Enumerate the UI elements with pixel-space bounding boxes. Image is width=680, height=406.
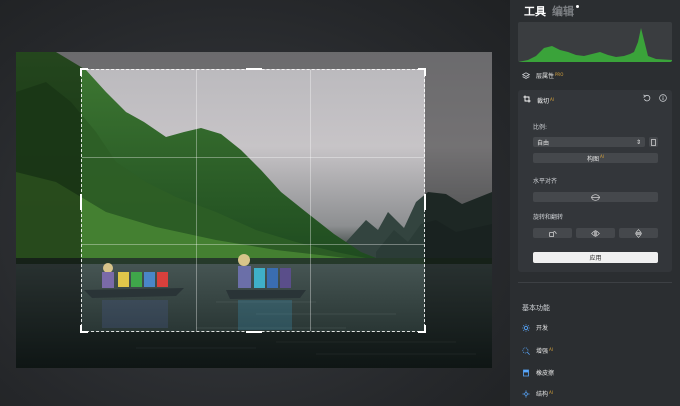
panel-tabs: 工具 编辑 <box>524 3 579 19</box>
rotate-flip-label: 旋转和翻转 <box>533 214 564 221</box>
crop-corner-bottom-left[interactable] <box>80 325 88 333</box>
crop-corner-bottom-right[interactable] <box>418 325 426 333</box>
layers-icon <box>522 71 530 80</box>
eraser-icon <box>522 369 530 377</box>
editor-canvas[interactable] <box>0 0 510 406</box>
feature-label: 橡皮擦 <box>536 370 555 377</box>
rotate-icon <box>548 230 557 237</box>
crop-icon <box>523 95 531 105</box>
enhance-icon <box>522 346 530 355</box>
pro-badge: PRO <box>555 72 564 77</box>
layer-properties-label: 层属性PRO <box>536 72 564 80</box>
flip-vertical-icon <box>635 228 642 238</box>
crop-panel-actions <box>643 94 667 104</box>
crop-title: 裁切AI <box>537 96 554 105</box>
ai-badge: AI <box>549 347 553 352</box>
feature-label: 开发 <box>536 325 549 332</box>
ratio-select[interactable]: 自由 ⇕ <box>533 137 645 147</box>
crop-frame[interactable] <box>80 68 426 333</box>
ai-badge: AI <box>550 96 554 102</box>
crop-corner-top-left[interactable] <box>80 68 88 76</box>
crop-shade-right <box>425 52 492 368</box>
sun-icon <box>522 323 530 332</box>
layer-properties-row[interactable]: 层属性PRO <box>522 71 563 80</box>
ai-badge: AI <box>549 390 553 395</box>
level-label: 水平对齐 <box>533 178 558 185</box>
auto-level-button[interactable] <box>533 192 658 202</box>
crop-handle-left[interactable] <box>80 194 82 210</box>
rotate-button[interactable] <box>533 228 572 238</box>
crop-panel-header[interactable]: 裁切AI <box>523 95 554 105</box>
ai-badge: AI <box>600 153 604 159</box>
crop-handle-right[interactable] <box>424 194 426 210</box>
tab-tools[interactable]: 工具 <box>524 3 546 19</box>
histogram <box>518 22 672 62</box>
tab-notification-dot <box>576 5 579 8</box>
histogram-graph <box>518 28 672 62</box>
undo-icon[interactable] <box>643 94 651 104</box>
crop-handle-bottom[interactable] <box>246 331 262 333</box>
info-icon[interactable] <box>659 94 667 104</box>
crop-corner-top-right[interactable] <box>418 68 426 76</box>
crop-grid-line <box>82 243 424 245</box>
structure-icon <box>522 389 530 398</box>
tool-panel: 工具 编辑 层属性PRO 裁切AI 比例: 自由 ⇕ 构图 AI 水平对齐 旋转… <box>510 0 680 406</box>
panel-divider <box>518 282 672 283</box>
feature-enhance[interactable]: 增强AI <box>522 346 553 355</box>
composition-label: 构图 <box>587 155 600 163</box>
flip-vertical-button[interactable] <box>619 228 658 238</box>
flip-horizontal-button[interactable] <box>576 228 615 238</box>
photo[interactable] <box>16 52 492 368</box>
feature-develop[interactable]: 开发 <box>522 323 548 332</box>
orientation-swap-button[interactable] <box>649 137 658 147</box>
tab-edit[interactable]: 编辑 <box>552 3 574 19</box>
feature-eraser[interactable]: 橡皮擦 <box>522 368 554 377</box>
basic-functions-title: 基本功能 <box>522 304 550 312</box>
feature-label: 增强AI <box>536 347 553 355</box>
crop-shade-bottom <box>81 332 425 368</box>
crop-handle-top[interactable] <box>246 68 262 70</box>
flip-horizontal-icon <box>591 229 600 237</box>
portrait-icon <box>651 138 656 146</box>
crop-grid-line <box>82 156 424 158</box>
feature-label: 结构AI <box>536 390 553 398</box>
crop-shade-left <box>16 52 81 368</box>
feature-structure[interactable]: 结构AI <box>522 389 553 398</box>
ratio-label: 比例: <box>533 124 548 131</box>
ratio-value: 自由 <box>537 139 550 147</box>
crop-grid-line <box>195 70 197 331</box>
crop-shade-top <box>81 52 425 69</box>
horizon-level-icon <box>591 193 600 201</box>
crop-grid-line <box>309 70 311 331</box>
apply-button[interactable]: 应用 <box>533 252 658 263</box>
chevron-updown-icon: ⇕ <box>635 138 641 146</box>
crop-panel: 裁切AI 比例: 自由 ⇕ 构图 AI 水平对齐 旋转和翻转 应用 <box>518 90 672 272</box>
composition-button[interactable]: 构图 AI <box>533 153 658 163</box>
